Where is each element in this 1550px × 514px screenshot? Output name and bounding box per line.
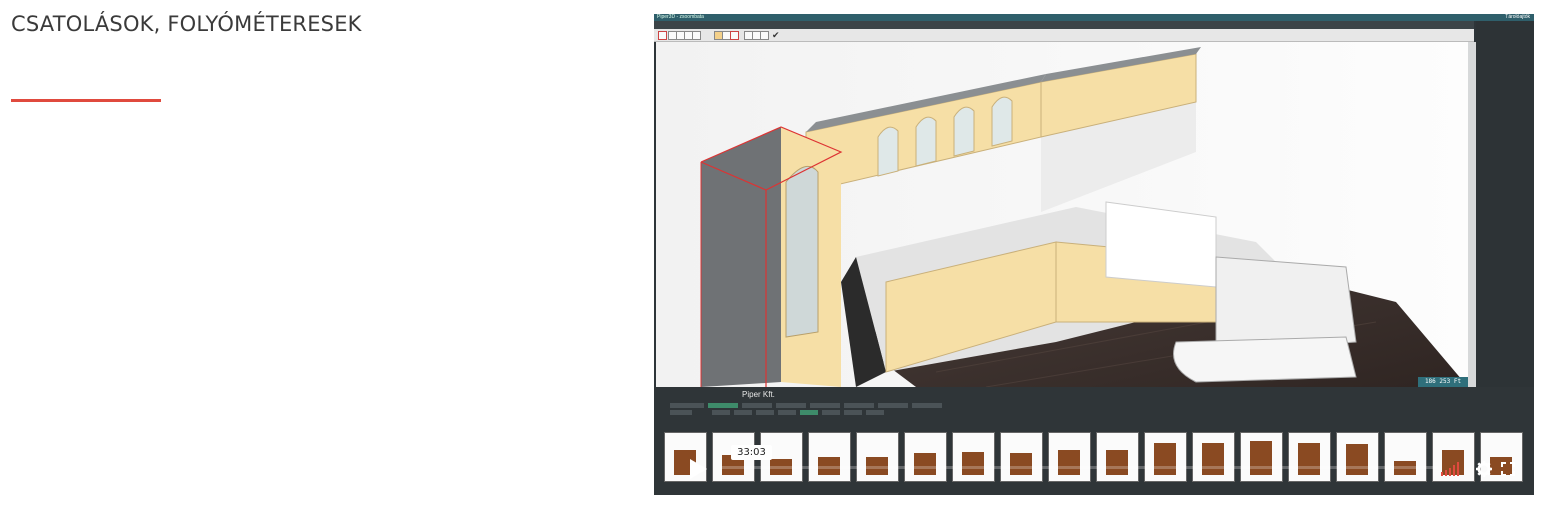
cabinet-thumbnail[interactable] [1192,432,1235,482]
category-tab [742,403,772,408]
app-menu-bar: FájlNézetKellékekEszközökAblakEgyebekSeg… [654,21,1474,36]
settings-button[interactable] [1473,458,1495,480]
toolbar-select-icon [658,31,667,40]
width-options [654,410,1534,416]
cabinet-thumbnail[interactable] [1096,432,1139,482]
app-toolbar: ✔ [654,29,1474,42]
play-button[interactable] [680,454,716,484]
cabinet-preview [914,453,936,475]
app-window-title: Piper3D - zsoombata [657,14,704,20]
category-tab [912,403,942,408]
width-option [822,410,840,415]
progress-bar[interactable] [720,466,1438,469]
video-duration: 33:03 [731,445,772,460]
cabinet-preview [1154,443,1176,475]
toolbar-icon [692,31,701,40]
cabinet-preview [1058,450,1080,475]
page-title: CSATOLÁSOK, FOLYÓMÉTERESEK [11,12,362,36]
fullscreen-button[interactable] [1497,458,1519,480]
3d-viewport [656,42,1468,388]
toolbar-icon [760,31,769,40]
gear-icon [1476,461,1492,477]
video-player[interactable]: Piper3D - zsoombata FájlNézetKellékekEsz… [654,14,1534,495]
cabinet-thumbnail[interactable] [1288,432,1331,482]
properties-panel-title: Tárolóajtók [1505,14,1530,20]
total-price: 186 253 Ft [1418,377,1468,387]
cabinet-preview [1298,443,1320,475]
width-option [800,410,818,415]
category-tab [708,403,738,408]
kitchen-render [656,42,1468,388]
properties-panel: Tárolóajtók [1476,14,1534,404]
width-option [866,410,884,415]
category-tabs [654,403,1534,409]
cabinet-thumbnail-row [664,432,1534,482]
category-tab [844,403,874,408]
cabinet-preview [962,452,984,475]
view-tools-strip [1468,42,1476,387]
cabinet-thumbnail[interactable] [1384,432,1427,482]
width-option [844,410,862,415]
width-option [734,410,752,415]
heading-underline [11,99,161,102]
cabinet-preview [1346,444,1368,475]
fullscreen-icon [1501,462,1515,476]
play-icon [690,459,707,479]
brand-label: Piper Kft. [742,390,775,399]
cabinet-preview [1010,453,1032,475]
cabinet-thumbnail[interactable] [856,432,899,482]
cabinet-thumbnail[interactable] [952,432,995,482]
category-tab [776,403,806,408]
category-tab [670,403,704,408]
cabinet-thumbnail[interactable] [1240,432,1283,482]
cabinet-thumbnail[interactable] [1000,432,1043,482]
toolbar-icon [730,31,739,40]
cabinet-thumbnail[interactable] [904,432,947,482]
cabinet-thumbnail[interactable] [808,432,851,482]
properties-panel-header: Tárolóajtók [1476,14,1534,21]
width-option [712,410,730,415]
category-tab [810,403,840,408]
width-option [670,410,692,415]
width-option [756,410,774,415]
cabinet-preview [1202,443,1224,475]
cabinet-preview [1250,441,1272,475]
checkmark-icon: ✔ [772,30,780,40]
cabinet-thumbnail[interactable] [1144,432,1187,482]
cabinet-preview [1106,450,1128,475]
width-option [778,410,796,415]
category-tab [878,403,908,408]
volume-button[interactable] [1440,458,1462,480]
cabinet-thumbnail[interactable] [1048,432,1091,482]
app-title-bar: Piper3D - zsoombata [654,14,1534,21]
volume-bars-icon [1441,462,1459,476]
cabinet-thumbnail[interactable] [1336,432,1379,482]
